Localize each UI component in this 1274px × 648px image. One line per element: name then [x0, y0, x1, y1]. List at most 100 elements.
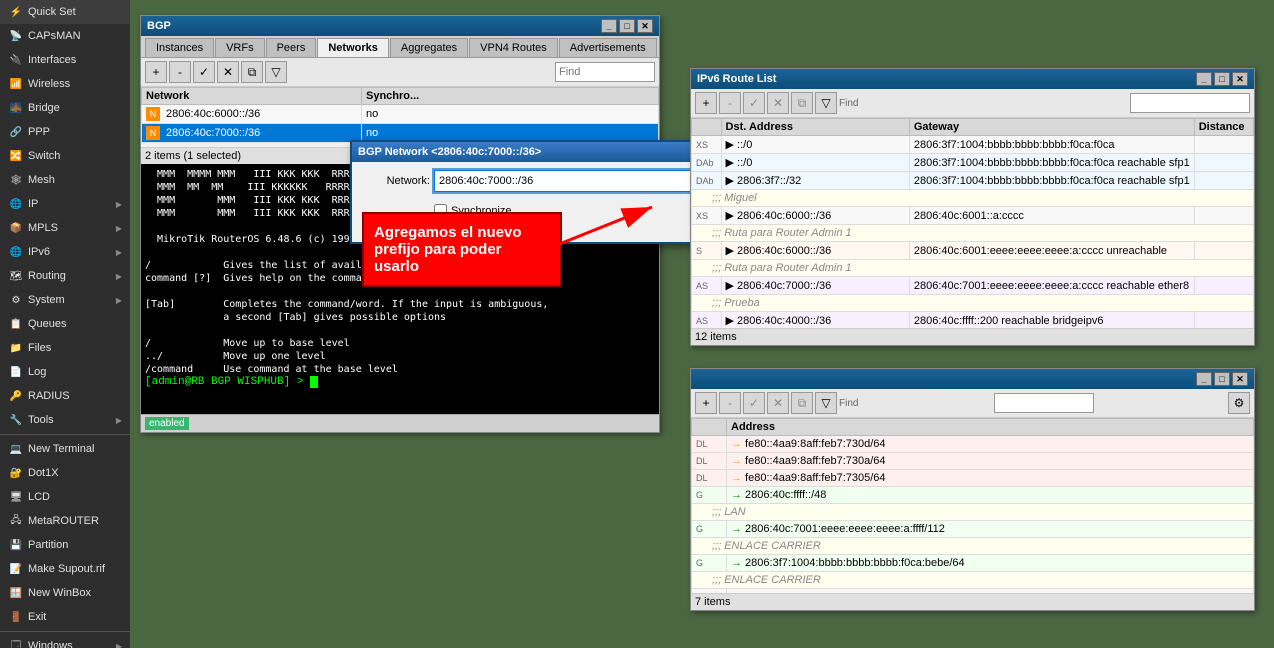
- files-icon: 📁: [8, 340, 24, 356]
- quickset-icon: ⚡: [8, 4, 24, 20]
- tab-vrfs[interactable]: VRFs: [215, 38, 265, 57]
- bgp-remove-button[interactable]: -: [169, 61, 191, 83]
- addr-table-container: Address DL → fe80::4aa9:8aff:feb7:730d/6…: [691, 418, 1254, 593]
- dist-cell: [1194, 312, 1253, 329]
- bgp-close-button[interactable]: ✕: [637, 19, 653, 33]
- table-row[interactable]: G → 2806:3f7:1004:bbbb:bbbb:bbbb:f0ca:be…: [692, 555, 1254, 572]
- sidebar-item-wireless[interactable]: 📶 Wireless: [0, 72, 130, 96]
- bgp-restore-button[interactable]: □: [619, 19, 635, 33]
- table-row[interactable]: XS ▶ ::/0 2806:3f7:1004:bbbb:bbbb:bbbb:f…: [692, 136, 1254, 154]
- col-dst-header: Dst. Address: [721, 119, 909, 136]
- dst-cell: ▶ ::/0: [721, 154, 909, 172]
- bgp-add-button[interactable]: +: [145, 61, 167, 83]
- col-addr-flag-header: [692, 419, 727, 436]
- tab-advertisements[interactable]: Advertisements: [559, 38, 657, 57]
- addr-minimize-button[interactable]: _: [1196, 372, 1212, 386]
- addr-settings-button[interactable]: ⚙: [1228, 392, 1250, 414]
- table-row[interactable]: DAb ▶ 2806:3f7::/32 2806:3f7:1004:bbbb:b…: [692, 172, 1254, 190]
- annotation-box: Agregamos el nuevo prefijo para poder us…: [362, 212, 562, 287]
- bgp-filter-button[interactable]: ▽: [265, 61, 287, 83]
- addr-close-button[interactable]: ✕: [1232, 372, 1248, 386]
- addr-filter-button[interactable]: ▽: [815, 392, 837, 414]
- ipv6-copy-button[interactable]: ⧉: [791, 92, 813, 114]
- ip-arrow-icon: ▶: [116, 200, 122, 209]
- addr-check-button[interactable]: ✓: [743, 392, 765, 414]
- ipv6-filter-button[interactable]: ▽: [815, 92, 837, 114]
- table-row[interactable]: S ▶ 2806:40c:6000::/36 2806:40c:6001:eee…: [692, 242, 1254, 260]
- ipv6-x-button[interactable]: ✕: [767, 92, 789, 114]
- bgp-copy-button[interactable]: ⧉: [241, 61, 263, 83]
- addr-cell: → 2806:40c:7001:eeee:eeee:eeee:a:ffff/11…: [727, 521, 1254, 538]
- sidebar-item-ipv6[interactable]: 🌐 IPv6 ▶: [0, 240, 130, 264]
- addr-add-button[interactable]: +: [695, 392, 717, 414]
- addr-restore-button[interactable]: □: [1214, 372, 1230, 386]
- sidebar-item-quickset[interactable]: ⚡ Quick Set: [0, 0, 130, 24]
- sidebar-item-exit[interactable]: 🚪 Exit: [0, 605, 130, 629]
- table-row[interactable]: DL → fe80::4aa9:8aff:feb7:730d/64: [692, 436, 1254, 453]
- sidebar-item-ip[interactable]: 🌐 IP ▶: [0, 192, 130, 216]
- sidebar-item-new-terminal[interactable]: 💻 New Terminal: [0, 437, 130, 461]
- ipv6-add-button[interactable]: +: [695, 92, 717, 114]
- sidebar-item-dot1x[interactable]: 🔐 Dot1X: [0, 461, 130, 485]
- sidebar-item-radius[interactable]: 🔑 RADIUS: [0, 384, 130, 408]
- addr-x-button[interactable]: ✕: [767, 392, 789, 414]
- sidebar-item-partition[interactable]: 💾 Partition: [0, 533, 130, 557]
- sidebar-item-log[interactable]: 📄 Log: [0, 360, 130, 384]
- sidebar-item-bridge[interactable]: 🌉 Bridge: [0, 96, 130, 120]
- ipv6-check-button[interactable]: ✓: [743, 92, 765, 114]
- bridge-icon: 🌉: [8, 100, 24, 116]
- switch-icon: 🔀: [8, 148, 24, 164]
- addr-copy-button[interactable]: ⧉: [791, 392, 813, 414]
- col-addr-header: Address: [727, 419, 1254, 436]
- tab-networks[interactable]: Networks: [317, 38, 389, 57]
- table-row[interactable]: G → 2806:40c:7001:eeee:eeee:eeee:a:ffff/…: [692, 521, 1254, 538]
- ipv6-search-input[interactable]: [1130, 93, 1250, 113]
- sidebar-item-routing[interactable]: 🗺 Routing ▶: [0, 264, 130, 288]
- tab-peers[interactable]: Peers: [266, 38, 317, 57]
- flag-cell: XS: [692, 207, 722, 225]
- table-row[interactable]: DL → fe80::4aa9:8aff:feb7:730a/64: [692, 453, 1254, 470]
- sidebar-item-lcd[interactable]: 🖥 LCD: [0, 485, 130, 509]
- bgp-x-button[interactable]: ✕: [217, 61, 239, 83]
- bgp-search-input[interactable]: [555, 62, 655, 82]
- ipv6-restore-button[interactable]: □: [1214, 72, 1230, 86]
- table-row[interactable]: DAb ▶ ::/0 2806:3f7:1004:bbbb:bbbb:bbbb:…: [692, 154, 1254, 172]
- tab-aggregates[interactable]: Aggregates: [390, 38, 468, 57]
- bgp-check-button[interactable]: ✓: [193, 61, 215, 83]
- table-row[interactable]: AS ▶ 2806:40c:7000::/36 2806:40c:7001:ee…: [692, 277, 1254, 295]
- table-row[interactable]: AS ▶ 2806:40c:4000::/36 2806:40c:ffff::2…: [692, 312, 1254, 329]
- sidebar-item-tools[interactable]: 🔧 Tools ▶: [0, 408, 130, 432]
- table-row[interactable]: G → 2806:40c:ffff::/48: [692, 487, 1254, 504]
- addr-cell: → fe80::4aa9:8aff:feb7:730a/64: [727, 453, 1254, 470]
- sidebar-item-windows[interactable]: 🗔 Windows ▶: [0, 634, 130, 648]
- sidebar-item-queues[interactable]: 📋 Queues: [0, 312, 130, 336]
- ipv6-icon: 🌐: [8, 244, 24, 260]
- ipv6-close-button[interactable]: ✕: [1232, 72, 1248, 86]
- table-row[interactable]: DL → fe80::4aa9:8aff:feb7:7305/64: [692, 470, 1254, 487]
- sidebar-item-mesh[interactable]: 🕸 Mesh: [0, 168, 130, 192]
- sidebar-item-new-winbox[interactable]: 🪟 New WinBox: [0, 581, 130, 605]
- sidebar-item-files[interactable]: 📁 Files: [0, 336, 130, 360]
- table-row[interactable]: XS ▶ 2806:40c:6000::/36 2806:40c:6001::a…: [692, 207, 1254, 225]
- sidebar-item-mpls[interactable]: 📦 MPLS ▶: [0, 216, 130, 240]
- tab-instances[interactable]: Instances: [145, 38, 214, 57]
- addr-search-input[interactable]: [994, 393, 1094, 413]
- sidebar-item-capsman[interactable]: 📡 CAPsMAN: [0, 24, 130, 48]
- mpls-icon: 📦: [8, 220, 24, 236]
- ipv6-minimize-button[interactable]: _: [1196, 72, 1212, 86]
- bgp-minimize-button[interactable]: _: [601, 19, 617, 33]
- ipv6-remove-button[interactable]: -: [719, 92, 741, 114]
- sidebar-item-metarouter[interactable]: 🖧 MetaROUTER: [0, 509, 130, 533]
- sidebar-item-interfaces[interactable]: 🔌 Interfaces: [0, 48, 130, 72]
- tab-vpn4routes[interactable]: VPN4 Routes: [469, 38, 558, 57]
- sidebar-item-system[interactable]: ⚙ System ▶: [0, 288, 130, 312]
- network-cell: N 2806:40c:7000::/36: [142, 124, 362, 143]
- addr-remove-button[interactable]: -: [719, 392, 741, 414]
- gw-cell: 2806:40c:ffff::200 reachable bridgeipv6: [909, 312, 1194, 329]
- table-row[interactable]: N 2806:40c:6000::/36 no: [142, 105, 659, 124]
- sidebar-item-switch[interactable]: 🔀 Switch: [0, 144, 130, 168]
- flag-cell: G: [692, 487, 727, 504]
- system-arrow-icon: ▶: [116, 296, 122, 305]
- sidebar-item-ppp[interactable]: 🔗 PPP: [0, 120, 130, 144]
- sidebar-item-make-supout[interactable]: 📝 Make Supout.rif: [0, 557, 130, 581]
